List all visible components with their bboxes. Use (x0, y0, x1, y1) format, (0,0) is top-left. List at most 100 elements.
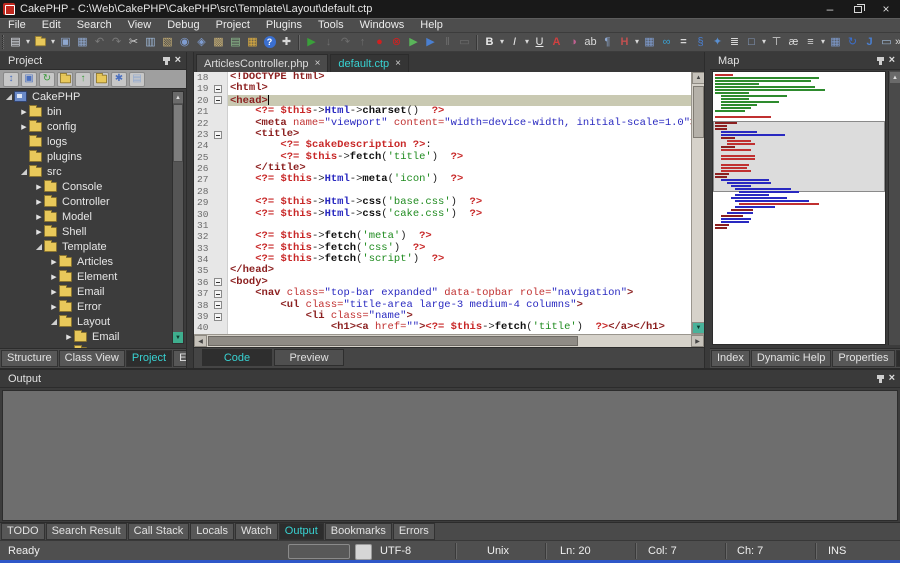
tab-todo[interactable]: TODO (1, 523, 45, 540)
italic-icon[interactable]: I (506, 34, 523, 51)
find-icon[interactable]: ◉ (176, 34, 193, 51)
expand-arrow-icon[interactable]: ▶ (49, 288, 59, 296)
scroll-left-icon[interactable]: ◀ (194, 335, 207, 347)
run-icon[interactable]: ▶ (303, 34, 320, 51)
code-text[interactable]: <?= $this->fetch('script') ?> (228, 254, 704, 265)
tab-map[interactable]: Map (896, 350, 900, 367)
scroll-up-icon[interactable]: ▲ (173, 92, 183, 103)
tree-item-template[interactable]: ◢Template (0, 239, 186, 254)
code-text[interactable]: <?= $this->Html->meta('icon') ?> (228, 174, 704, 185)
close-tab-icon[interactable]: × (315, 58, 321, 69)
expand-arrow-icon[interactable]: ▶ (34, 228, 44, 236)
expand-arrow-icon[interactable]: ▶ (19, 123, 29, 131)
left-splitter[interactable] (186, 52, 194, 368)
collapse-arrow-icon[interactable]: ◢ (49, 317, 59, 326)
menu-item-help[interactable]: Help (412, 19, 451, 32)
tree-item-src[interactable]: ◢src (0, 164, 186, 179)
tree-item-error[interactable]: ▶Error (0, 299, 186, 314)
pin-icon[interactable] (879, 57, 882, 65)
tab-errors[interactable]: Errors (393, 523, 435, 540)
pin-icon[interactable] (165, 57, 168, 65)
view-tab-code[interactable]: Code (202, 349, 272, 366)
italic-dropdown-icon[interactable]: ▾ (523, 34, 531, 51)
horizontal-rule-icon[interactable]: = (675, 34, 692, 51)
layers-icon[interactable]: ≣ (726, 34, 743, 51)
project-settings-icon[interactable]: ✱ (111, 72, 127, 87)
link-icon[interactable]: ∞ (658, 34, 675, 51)
scroll-up-icon[interactable]: ▲ (890, 72, 900, 83)
tree-item-shell[interactable]: ▶Shell (0, 224, 186, 239)
code-line-30[interactable]: 30 <?= $this->Html->css('cake.css') ?> (194, 209, 704, 220)
scroll-thumb[interactable] (693, 86, 704, 138)
heading-dropdown-icon[interactable]: ▾ (633, 34, 641, 51)
tab-class-view[interactable]: Class View (59, 350, 125, 367)
align-icon[interactable]: ⊤ (768, 34, 785, 51)
tree-item-config[interactable]: ▶config (0, 119, 186, 134)
continue-icon[interactable]: ▶ (405, 34, 422, 51)
copy-icon[interactable]: ▥ (142, 34, 159, 51)
menu-item-edit[interactable]: Edit (34, 19, 69, 32)
bookmarks-icon[interactable]: ▤ (227, 34, 244, 51)
fold-collapse-icon[interactable] (214, 290, 222, 298)
toolbar-overflow-icon[interactable]: » (895, 36, 900, 48)
breakpoint-icon[interactable]: ● (371, 34, 388, 51)
collapse-all-icon[interactable]: ↕ (3, 72, 19, 87)
code-text[interactable]: <h1><a href=""><?= $this->fetch('title')… (228, 322, 704, 333)
code-text[interactable]: <!DOCTYPE html> (228, 72, 704, 83)
anchor-icon[interactable]: § (692, 34, 709, 51)
titlebar[interactable]: CakePHP - C:\Web\CakePHP\CakePHP\src\Tem… (0, 0, 900, 18)
fold-collapse-icon[interactable] (214, 131, 222, 139)
tree-item-cakephp[interactable]: ◢CakePHP (0, 89, 186, 104)
code-minimap[interactable] (712, 71, 886, 345)
restore-button[interactable] (844, 0, 872, 18)
menu-item-project[interactable]: Project (208, 19, 258, 32)
editor-vertical-scrollbar[interactable]: ▲ ▼ (691, 72, 704, 334)
special-chars-icon[interactable]: æ (785, 34, 802, 51)
replace-icon[interactable]: ◈ (193, 34, 210, 51)
div-dropdown-icon[interactable]: ▾ (760, 34, 768, 51)
expand-arrow-icon[interactable]: ▶ (64, 333, 74, 341)
code-line-40[interactable]: 40 <h1><a href=""><?= $this->fetch('titl… (194, 322, 704, 333)
save-all-icon[interactable]: ▦ (74, 34, 91, 51)
code-line-19[interactable]: 19<html> (194, 83, 704, 94)
expand-arrow-icon[interactable]: ▶ (34, 198, 44, 206)
tree-item-layout[interactable]: ◢Layout (0, 314, 186, 329)
tree-item-logs[interactable]: logs (0, 134, 186, 149)
fullscreen-icon[interactable]: ✚ (278, 34, 295, 51)
view-tab-preview[interactable]: Preview (274, 349, 344, 366)
tree-item-controller[interactable]: ▶Controller (0, 194, 186, 209)
preview-panel-icon[interactable]: ▭ (878, 34, 895, 51)
code-text[interactable]: <meta name="viewport" content="width=dev… (228, 118, 704, 129)
abbr-icon[interactable]: ab (582, 34, 599, 51)
editor-tab-default-ctp[interactable]: default.ctp× (330, 54, 409, 72)
tree-item-model[interactable]: ▶Model (0, 209, 186, 224)
menu-item-file[interactable]: File (0, 19, 34, 32)
remove-breakpoints-icon[interactable]: ⊗ (388, 34, 405, 51)
tree-item-console[interactable]: ▶Console (0, 179, 186, 194)
tab-locals[interactable]: Locals (190, 523, 234, 540)
map-scrollbar[interactable]: ▲ (888, 71, 900, 345)
menu-item-view[interactable]: View (120, 19, 160, 32)
code-line-18[interactable]: 18<!DOCTYPE html> (194, 72, 704, 83)
code-line-35[interactable]: 35</head> (194, 265, 704, 276)
add-folder-icon[interactable] (57, 72, 73, 87)
scroll-down-icon[interactable]: ▼ (173, 332, 183, 343)
code-text[interactable]: </head> (228, 265, 704, 276)
close-tab-icon[interactable]: × (395, 58, 401, 69)
image-icon[interactable]: ▦ (641, 34, 658, 51)
menu-item-tools[interactable]: Tools (310, 19, 352, 32)
expand-arrow-icon[interactable]: ▶ (49, 258, 59, 266)
paragraph-icon[interactable]: ¶ (599, 34, 616, 51)
tab-bookmarks[interactable]: Bookmarks (325, 523, 392, 540)
refresh-tree-icon[interactable]: ↻ (39, 72, 55, 87)
table-view-icon[interactable]: ▦ (244, 34, 261, 51)
code-area[interactable]: 18<!DOCTYPE html>19<html>20<head>21 <?= … (194, 72, 704, 334)
fold-collapse-icon[interactable] (214, 278, 222, 286)
run-to-cursor-icon[interactable]: ▶ (422, 34, 439, 51)
parent-folder-icon[interactable]: ↑ (75, 72, 91, 87)
expand-arrow-icon[interactable]: ▶ (34, 183, 44, 191)
status-progress-button[interactable] (355, 544, 372, 560)
tab-project[interactable]: Project (126, 350, 172, 367)
collapse-arrow-icon[interactable]: ◢ (34, 242, 44, 251)
tree-item-email[interactable]: ▶Email (0, 284, 186, 299)
